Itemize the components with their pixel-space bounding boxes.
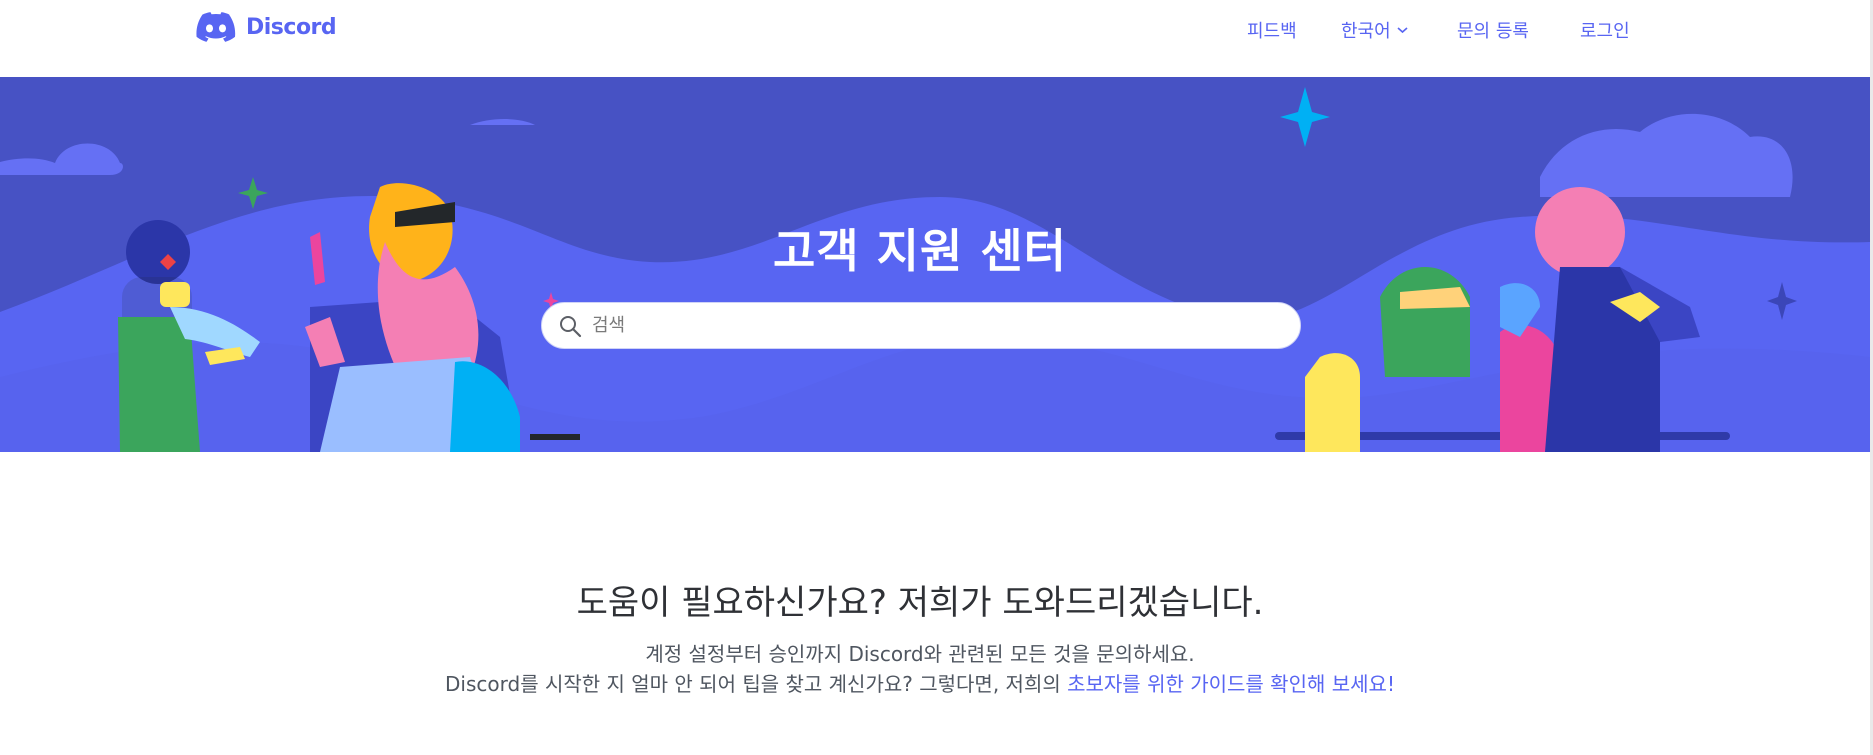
search-icon [560, 315, 582, 337]
nav-language-label: 한국어 [1341, 21, 1391, 42]
page-title: 고객 지원 센터 [773, 224, 1067, 278]
beginner-guide-link[interactable]: 초보자를 위한 가이드를 확인해 보세요! [1067, 672, 1395, 696]
nav-feedback-label: 피드백 [1247, 21, 1297, 42]
beginner-guide-prefix: Discord를 시작한 지 얼마 안 되어 팁을 찾고 계신가요? 그렇다면,… [445, 672, 1068, 696]
discord-logo-icon [196, 12, 236, 42]
main-content: 도움이 필요하신가요? 저희가 도와드리겠습니다. 계정 설정부터 승인까지 D… [0, 452, 1870, 755]
help-headline: 도움이 필요하신가요? 저희가 도와드리겠습니다. [576, 583, 1264, 623]
beginner-guide-text: Discord를 시작한 지 얼마 안 되어 팁을 찾고 계신가요? 그렇다면,… [0, 668, 1840, 697]
brand-name: Discord [246, 14, 337, 40]
help-description: 계정 설정부터 승인까지 Discord와 관련된 모든 것을 문의하세요. [645, 642, 1195, 666]
nav-submit-request-label: 문의 등록 [1457, 21, 1529, 42]
chevron-down-icon [1397, 27, 1408, 34]
nav-feedback-link[interactable]: 피드백 [1247, 17, 1297, 43]
nav-submit-request-link[interactable]: 문의 등록 [1457, 17, 1529, 43]
hero-banner: 고객 지원 센터 [0, 77, 1870, 452]
search-input[interactable] [590, 314, 1274, 337]
nav-login-label: 로그인 [1580, 21, 1630, 42]
nav-language-dropdown[interactable]: 한국어 [1341, 17, 1408, 43]
top-nav-bar: Discord 피드백 한국어 문의 등록 로그인 [0, 0, 1870, 77]
search-bar[interactable] [541, 302, 1301, 349]
discord-logo[interactable]: Discord [196, 12, 337, 42]
nav-login-link[interactable]: 로그인 [1580, 17, 1630, 43]
